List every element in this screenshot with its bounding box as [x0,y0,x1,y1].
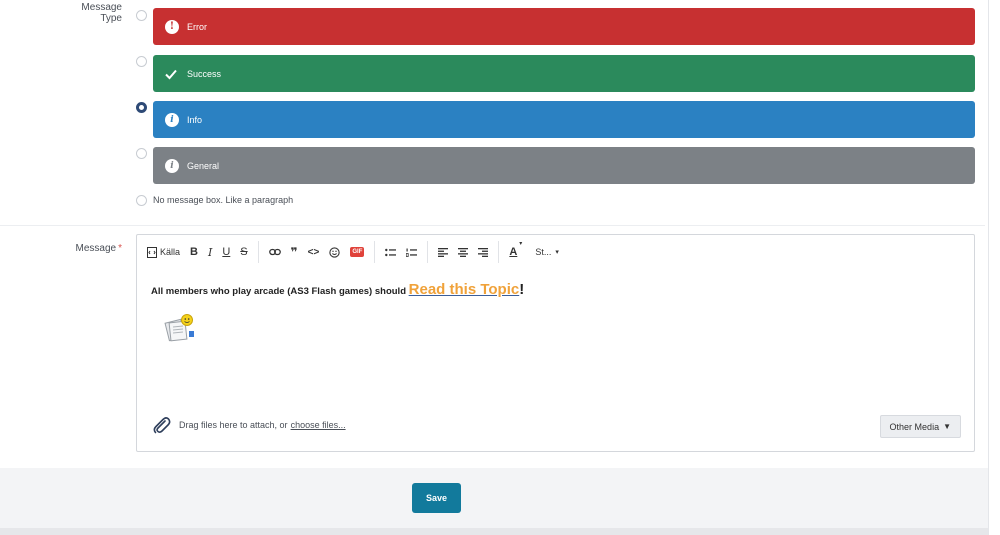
content-trailing: ! [519,281,525,298]
source-icon [147,246,157,258]
attach-area[interactable]: Drag files here to attach, or choose fil… [151,415,346,435]
radio-general[interactable] [136,148,147,159]
toolbar-separator [374,241,376,263]
toolbar-separator [498,241,500,263]
bullet-list-icon [385,248,397,256]
underline-button[interactable]: U [222,243,230,261]
message-type-label: Message Type [81,2,122,24]
message-box-error[interactable]: ! Error [153,8,975,45]
strike-button[interactable]: S [240,243,247,261]
italic-button[interactable]: I [208,243,212,261]
message-box-success[interactable]: Success [153,55,975,92]
save-button[interactable]: Save [412,483,461,513]
bullet-list-button[interactable] [385,243,397,261]
emoji-button[interactable] [329,243,341,261]
error-label: Error [187,21,207,32]
toolbar-separator [427,241,429,263]
numbered-list-icon [406,248,418,257]
align-center-icon [458,247,469,257]
editor-content[interactable]: All members who play arcade (AS3 Flash g… [151,281,524,298]
radio-no-box[interactable] [136,195,147,206]
toolbar-separator [257,241,259,263]
newspaper-smiley-icon [164,314,194,342]
quote-button[interactable]: ❞ [291,243,298,261]
source-button[interactable]: Källa [147,243,180,261]
radio-success[interactable] [136,56,147,67]
message-label-text: Message [75,243,117,254]
success-label: Success [187,68,222,79]
exclamation-icon: ! [165,19,179,34]
align-right-icon [478,247,489,257]
caret-icon: ▾ [519,241,523,247]
editor-toolbar: Källa B I U S ❞ <> GIF A ▾ St... ▾ [137,235,974,269]
message-label: Message * [60,243,122,254]
scrollbar-track[interactable] [988,0,1000,535]
style-dropdown[interactable]: St... ▾ [535,243,559,261]
numbered-list-button[interactable] [406,243,418,261]
info-icon: i [165,112,179,127]
message-editor[interactable]: Källa B I U S ❞ <> GIF A ▾ St... ▾ All m… [136,234,975,452]
radio-info[interactable] [136,102,147,113]
align-left-icon [438,247,449,257]
chevron-down-icon: ▾ [555,249,559,256]
paperclip-icon [153,417,171,434]
source-label: Källa [160,247,181,257]
link-icon [268,248,281,256]
general-label: General [187,160,220,171]
other-media-button[interactable]: Other Media ▼ [879,415,961,438]
align-right-button[interactable] [478,243,489,261]
smiley-icon [329,246,341,258]
other-media-label: Other Media [889,421,940,432]
gif-icon: GIF [350,247,365,257]
info-icon: i [165,158,179,173]
no-box-label[interactable]: No message box. Like a paragraph [153,195,293,205]
align-left-button[interactable] [438,243,449,261]
check-icon [165,69,177,79]
bold-button[interactable]: B [190,243,198,261]
style-label: St... [535,247,552,257]
font-color-label: A [509,246,518,258]
form-panel: Message Type ! Error Success i Info i Ge… [0,0,988,468]
topic-link[interactable]: Read this Topic [409,281,520,298]
content-text: All members who play arcade (AS3 Flash g… [151,286,409,297]
gif-button[interactable]: GIF [350,243,365,261]
required-mark: * [118,243,122,254]
message-box-info[interactable]: i Info [153,101,975,138]
info-label: Info [187,114,203,125]
choose-files-link[interactable]: choose files... [291,420,346,430]
message-box-general[interactable]: i General [153,147,975,184]
link-button[interactable] [268,243,281,261]
align-center-button[interactable] [458,243,469,261]
divider [0,225,985,226]
form-footer [0,468,988,528]
footer-edge [0,528,988,535]
attach-text: Drag files here to attach, or [179,420,288,430]
font-color-button[interactable]: A ▾ [509,241,522,261]
code-button[interactable]: <> [308,243,320,261]
radio-error[interactable] [136,10,147,21]
caret-down-icon: ▼ [943,422,951,431]
